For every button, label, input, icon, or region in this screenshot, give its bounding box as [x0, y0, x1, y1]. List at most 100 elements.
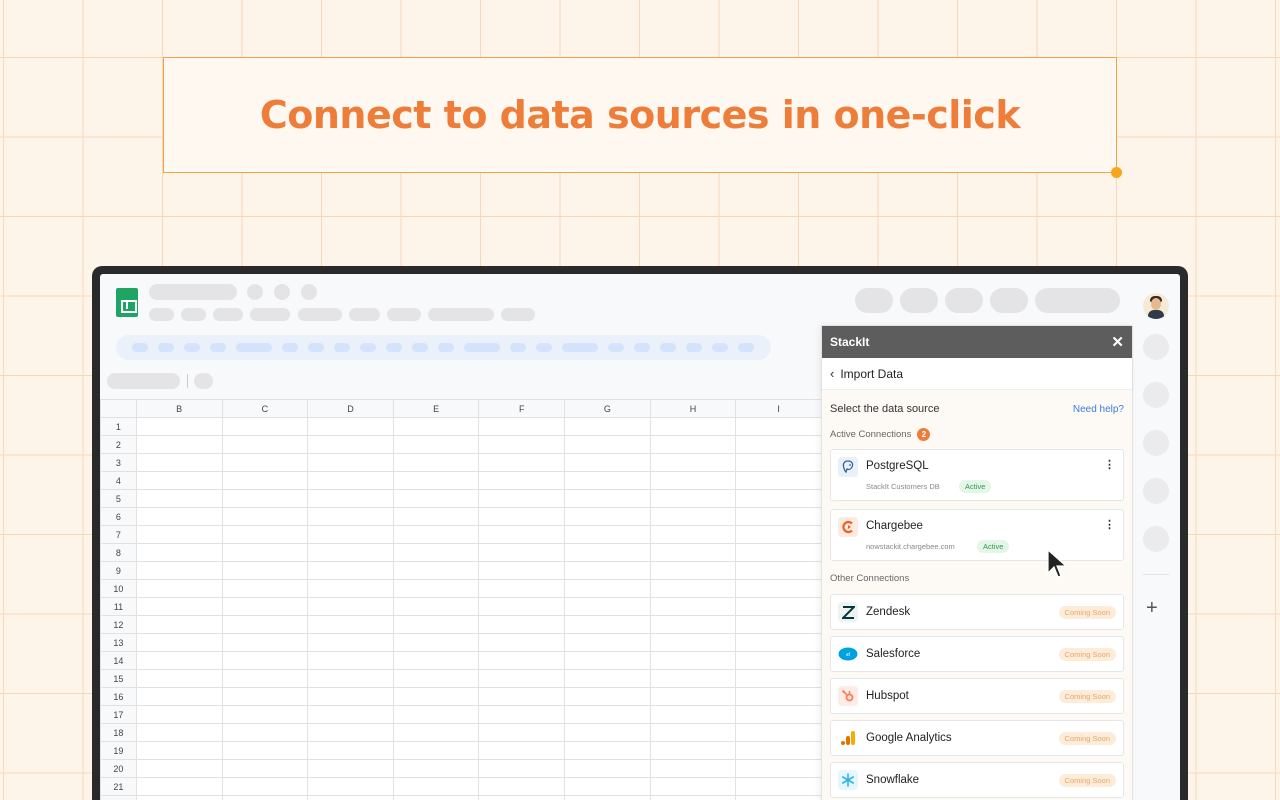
grid-cell[interactable] — [478, 417, 566, 436]
grid-cell[interactable] — [135, 579, 223, 598]
grid-cell[interactable] — [735, 741, 822, 760]
grid-cell[interactable] — [135, 669, 223, 688]
grid-cell[interactable] — [649, 669, 737, 688]
row-header[interactable]: 20 — [100, 759, 137, 778]
grid-cell[interactable] — [221, 561, 309, 580]
grid-cell[interactable] — [735, 705, 822, 724]
grid-cell[interactable] — [135, 777, 223, 796]
grid-cell[interactable] — [478, 759, 566, 778]
grid-cell[interactable] — [564, 579, 651, 598]
grid-cell[interactable] — [649, 633, 737, 652]
grid-cell[interactable] — [478, 795, 566, 800]
grid-cell[interactable] — [564, 525, 651, 544]
grid-cell[interactable] — [649, 795, 737, 800]
connection-card-snowflake[interactable]: Snowflake Coming Soon — [830, 762, 1124, 798]
grid-cell[interactable] — [478, 723, 566, 742]
grid-cell[interactable] — [221, 507, 309, 526]
grid-cell[interactable] — [307, 525, 394, 544]
grid-cell[interactable] — [135, 687, 223, 706]
grid-cell[interactable] — [307, 489, 394, 508]
grid-cell[interactable] — [307, 471, 394, 490]
grid-cell[interactable] — [307, 615, 394, 634]
rail-app-icon[interactable] — [1143, 334, 1169, 360]
row-header[interactable]: 4 — [100, 471, 137, 490]
row-header[interactable]: 16 — [100, 687, 137, 706]
grid-cell[interactable] — [649, 723, 737, 742]
column-header[interactable]: C — [221, 399, 309, 418]
grid-cell[interactable] — [564, 795, 651, 800]
grid-cell[interactable] — [564, 453, 651, 472]
grid-cell[interactable] — [478, 651, 566, 670]
column-header[interactable]: B — [135, 399, 223, 418]
column-header[interactable]: D — [307, 399, 394, 418]
grid-cell[interactable] — [478, 741, 566, 760]
grid-cell[interactable] — [221, 651, 309, 670]
grid-cell[interactable] — [135, 525, 223, 544]
connection-card-salesforce[interactable]: sf Salesforce Coming Soon — [830, 636, 1124, 672]
grid-cell[interactable] — [735, 543, 822, 562]
rail-app-icon[interactable] — [1143, 430, 1169, 456]
grid-cell[interactable] — [649, 687, 737, 706]
kebab-menu-icon[interactable]: ⋮ — [1104, 518, 1115, 531]
row-header[interactable]: 12 — [100, 615, 137, 634]
grid-cell[interactable] — [649, 615, 737, 634]
row-header[interactable]: 6 — [100, 507, 137, 526]
grid-cell[interactable] — [135, 651, 223, 670]
grid-cell[interactable] — [478, 687, 566, 706]
row-header[interactable]: 11 — [100, 597, 137, 616]
user-avatar[interactable] — [1143, 293, 1169, 319]
grid-cell[interactable] — [392, 579, 480, 598]
grid-cell[interactable] — [735, 435, 822, 454]
row-header[interactable]: 1 — [100, 417, 137, 436]
grid-cell[interactable] — [135, 705, 223, 724]
grid-cell[interactable] — [307, 561, 394, 580]
grid-cell[interactable] — [135, 543, 223, 562]
grid-cell[interactable] — [564, 651, 651, 670]
grid-cell[interactable] — [307, 597, 394, 616]
grid-cell[interactable] — [392, 561, 480, 580]
connection-card-postgresql[interactable]: PostgreSQL StackIt Customers DB Active ⋮ — [830, 449, 1124, 501]
add-addon-icon[interactable]: + — [1146, 597, 1158, 620]
column-header[interactable]: H — [649, 399, 737, 418]
grid-cell[interactable] — [392, 543, 480, 562]
grid-cell[interactable] — [221, 579, 309, 598]
grid-cell[interactable] — [649, 741, 737, 760]
grid-cell[interactable] — [307, 741, 394, 760]
grid-cell[interactable] — [392, 687, 480, 706]
grid-cell[interactable] — [478, 471, 566, 490]
column-header[interactable]: G — [564, 399, 651, 418]
grid-cell[interactable] — [564, 615, 651, 634]
grid-cell[interactable] — [392, 525, 480, 544]
grid-cell[interactable] — [392, 777, 480, 796]
grid-cell[interactable] — [649, 651, 737, 670]
row-header[interactable]: 21 — [100, 777, 137, 796]
grid-cell[interactable] — [564, 777, 651, 796]
grid-cell[interactable] — [649, 417, 737, 436]
grid-cell[interactable] — [735, 417, 822, 436]
grid-cell[interactable] — [392, 597, 480, 616]
grid-cell[interactable] — [478, 615, 566, 634]
rail-app-icon[interactable] — [1143, 478, 1169, 504]
grid-cell[interactable] — [221, 633, 309, 652]
grid-cell[interactable] — [307, 687, 394, 706]
grid-cell[interactable] — [735, 489, 822, 508]
grid-cell[interactable] — [478, 597, 566, 616]
column-header[interactable]: I — [735, 399, 822, 418]
grid-cell[interactable] — [221, 723, 309, 742]
grid-cell[interactable] — [221, 525, 309, 544]
grid-cell[interactable] — [649, 597, 737, 616]
grid-cell[interactable] — [564, 471, 651, 490]
grid-cell[interactable] — [564, 633, 651, 652]
grid-cell[interactable] — [307, 453, 394, 472]
grid-cell[interactable] — [221, 795, 309, 800]
row-header[interactable]: 10 — [100, 579, 137, 598]
grid-cell[interactable] — [735, 777, 822, 796]
grid-cell[interactable] — [392, 471, 480, 490]
row-header[interactable]: 15 — [100, 669, 137, 688]
grid-cell[interactable] — [221, 435, 309, 454]
grid-cell[interactable] — [564, 741, 651, 760]
grid-cell[interactable] — [649, 507, 737, 526]
grid-cell[interactable] — [564, 687, 651, 706]
grid-cell[interactable] — [392, 435, 480, 454]
chevron-left-icon[interactable]: ‹ — [830, 366, 834, 381]
